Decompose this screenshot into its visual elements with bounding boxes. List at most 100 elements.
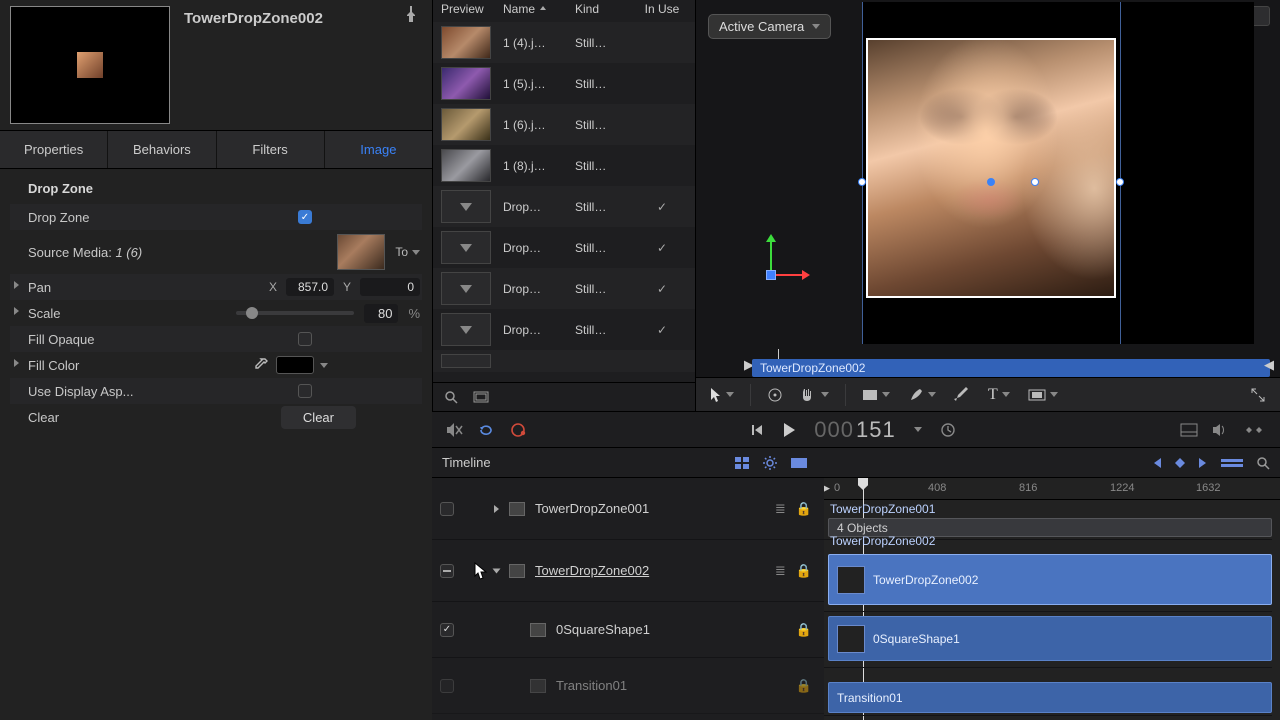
disclosure-icon[interactable] — [14, 359, 19, 367]
lock-icon[interactable]: 🔒 — [796, 501, 812, 517]
pen-tool[interactable] — [950, 384, 974, 406]
media-row[interactable]: Drop…Still…✓ — [433, 268, 695, 309]
clear-button[interactable]: Clear — [281, 406, 356, 429]
disclosure-icon[interactable] — [494, 505, 499, 513]
col-name[interactable]: Name — [503, 2, 563, 16]
layer-row[interactable]: TowerDropZone002 ≣🔒 — [432, 540, 824, 602]
mini-timeline-clip[interactable]: TowerDropZone002 — [752, 359, 1270, 377]
keyframe-next-icon[interactable] — [1198, 457, 1208, 469]
layer-name[interactable]: Transition01 — [556, 678, 786, 693]
chevron-down-icon[interactable] — [320, 363, 328, 368]
disclosure-icon[interactable] — [14, 307, 19, 315]
timecode-display[interactable]: 000151 — [814, 417, 895, 443]
transform-handle[interactable] — [858, 178, 866, 186]
keyframes-icon[interactable] — [1242, 424, 1266, 436]
clock-icon[interactable] — [940, 422, 956, 438]
rectangle-tool[interactable] — [858, 386, 894, 404]
col-kind[interactable]: Kind — [575, 2, 625, 16]
tab-behaviors[interactable]: Behaviors — [108, 131, 216, 168]
drop-zone-checkbox[interactable] — [298, 210, 312, 224]
disclosure-icon[interactable] — [14, 281, 19, 289]
go-to-start-button[interactable] — [750, 423, 764, 437]
source-media-to-menu[interactable]: To — [395, 245, 420, 259]
transform-center-handle[interactable] — [987, 178, 995, 186]
timeline-tracks[interactable]: ▶ 0 408 816 1224 1632 TowerDropZone001 4… — [824, 478, 1280, 720]
fill-opaque-checkbox[interactable] — [298, 332, 312, 346]
mask-tool[interactable] — [1024, 386, 1062, 404]
disclosure-icon[interactable] — [493, 568, 501, 573]
layer-name[interactable]: TowerDropZone001 — [535, 501, 765, 516]
pan-tool[interactable] — [797, 384, 833, 406]
out-point-icon[interactable]: ◀ — [1264, 357, 1274, 373]
speaker-icon[interactable] — [1212, 423, 1228, 437]
in-point-icon[interactable]: ▶ — [824, 480, 830, 496]
pin-icon[interactable] — [400, 6, 422, 22]
pan-x-field[interactable]: 857.0 — [286, 278, 334, 296]
scale-slider[interactable] — [236, 311, 354, 315]
fill-color-swatch[interactable] — [276, 356, 314, 374]
layer-enable-checkbox[interactable] — [440, 679, 454, 693]
record-icon[interactable] — [510, 422, 526, 438]
layer-name[interactable]: 0SquareShape1 — [556, 622, 786, 637]
layer-enable-checkbox[interactable] — [440, 564, 454, 578]
eyedropper-icon[interactable] — [252, 358, 270, 372]
play-button[interactable] — [782, 422, 796, 438]
media-row[interactable]: Drop…Still…✓ — [433, 227, 695, 268]
layer-enable-checkbox[interactable] — [440, 623, 454, 637]
media-row[interactable]: Drop…Still…✓ — [433, 186, 695, 227]
media-row[interactable]: 1 (6).j…Still… — [433, 104, 695, 145]
col-in-use[interactable]: In Use — [637, 2, 687, 16]
loop-icon[interactable] — [478, 423, 496, 437]
lock-icon[interactable]: 🔒 — [796, 678, 812, 694]
lock-icon[interactable]: 🔒 — [796, 622, 812, 638]
timeline-clip[interactable]: TowerDropZone002 — [828, 554, 1272, 605]
transform-handle[interactable] — [1116, 178, 1124, 186]
keyframe-diamond-icon[interactable] — [1174, 457, 1186, 469]
stack-view-icon[interactable] — [473, 389, 489, 405]
clip-view-icon[interactable] — [790, 457, 808, 469]
mini-timeline[interactable]: ▶ TowerDropZone002 ◀ — [722, 359, 1270, 371]
canvas-selected-object[interactable] — [866, 38, 1116, 298]
media-list-rows[interactable]: 1 (4).j…Still… 1 (5).j…Still… 1 (6).j…St… — [433, 22, 695, 382]
media-row[interactable]: 1 (4).j…Still… — [433, 22, 695, 63]
timeline-layer-list[interactable]: TowerDropZone001 ≣🔒 TowerDropZone002 ≣🔒 … — [432, 478, 824, 720]
layer-enable-checkbox[interactable] — [440, 502, 454, 516]
media-row[interactable]: 1 (8).j…Still… — [433, 145, 695, 186]
gear-icon[interactable] — [762, 455, 778, 471]
layer-name[interactable]: TowerDropZone002 — [535, 563, 765, 578]
pan-y-field[interactable]: 0 — [360, 278, 420, 296]
select-tool[interactable] — [706, 384, 738, 406]
text-tool[interactable]: T — [984, 383, 1014, 407]
timeline-ruler[interactable]: ▶ 0 408 816 1224 1632 — [824, 478, 1280, 500]
expand-canvas-icon[interactable] — [1246, 384, 1270, 406]
col-preview[interactable]: Preview — [441, 2, 491, 16]
camera-popup[interactable]: Active Camera — [708, 14, 831, 39]
media-row[interactable] — [433, 350, 695, 372]
viewer-layout-icon[interactable] — [1180, 423, 1198, 437]
tab-properties[interactable]: Properties — [0, 131, 108, 168]
timeline-clip[interactable]: 0SquareShape1 — [828, 616, 1272, 661]
playhead-icon[interactable] — [858, 478, 868, 490]
transform-tool[interactable] — [763, 384, 787, 406]
mute-icon[interactable] — [446, 422, 464, 438]
keyframe-prev-icon[interactable] — [1152, 457, 1162, 469]
layer-row[interactable]: 0SquareShape1 🔒 — [432, 602, 824, 658]
timeline-view-icon[interactable] — [1220, 457, 1244, 469]
scale-field[interactable]: 80 — [364, 304, 398, 323]
search-icon[interactable] — [443, 389, 459, 405]
tab-image[interactable]: Image — [325, 131, 432, 168]
lock-icon[interactable]: 🔒 — [796, 563, 812, 579]
filters-hud-icon[interactable] — [734, 456, 750, 470]
use-display-aspect-checkbox[interactable] — [298, 384, 312, 398]
media-row[interactable]: 1 (5).j…Still… — [433, 63, 695, 104]
paint-tool[interactable] — [904, 384, 940, 406]
zoom-icon[interactable] — [1256, 456, 1270, 470]
transform-handle[interactable] — [1031, 178, 1039, 186]
tab-filters[interactable]: Filters — [217, 131, 325, 168]
layer-opts-icon[interactable]: ≣ — [775, 501, 786, 517]
media-row[interactable]: Drop…Still…✓ — [433, 309, 695, 350]
layer-row[interactable]: TowerDropZone001 ≣ 🔒 — [432, 478, 824, 540]
layer-row[interactable]: Transition01 🔒 — [432, 658, 824, 714]
chevron-down-icon[interactable] — [914, 427, 922, 432]
timeline-clip[interactable]: Transition01 — [828, 682, 1272, 713]
